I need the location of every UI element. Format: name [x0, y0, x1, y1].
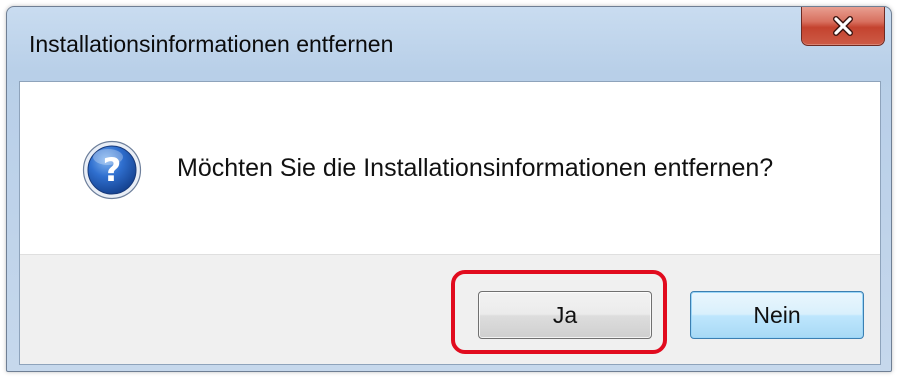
title-bar[interactable]: Installationsinformationen entfernen — [7, 7, 891, 81]
dialog-content: ? Möchten Sie die Installationsinformati… — [19, 81, 881, 365]
dialog-message: Möchten Sie die Installationsinformation… — [177, 154, 774, 182]
message-area: ? Möchten Sie die Installationsinformati… — [20, 82, 880, 254]
window-title: Installationsinformationen entfernen — [29, 31, 394, 57]
no-button[interactable]: Nein — [690, 291, 864, 339]
button-bar: Ja Nein — [20, 254, 880, 364]
svg-text:?: ? — [103, 151, 122, 189]
dialog-window: Installationsinformationen entfernen ? M… — [6, 6, 892, 372]
close-icon — [833, 15, 853, 36]
highlight-box — [451, 270, 667, 354]
close-button[interactable] — [801, 7, 885, 46]
question-icon: ? — [82, 140, 142, 200]
